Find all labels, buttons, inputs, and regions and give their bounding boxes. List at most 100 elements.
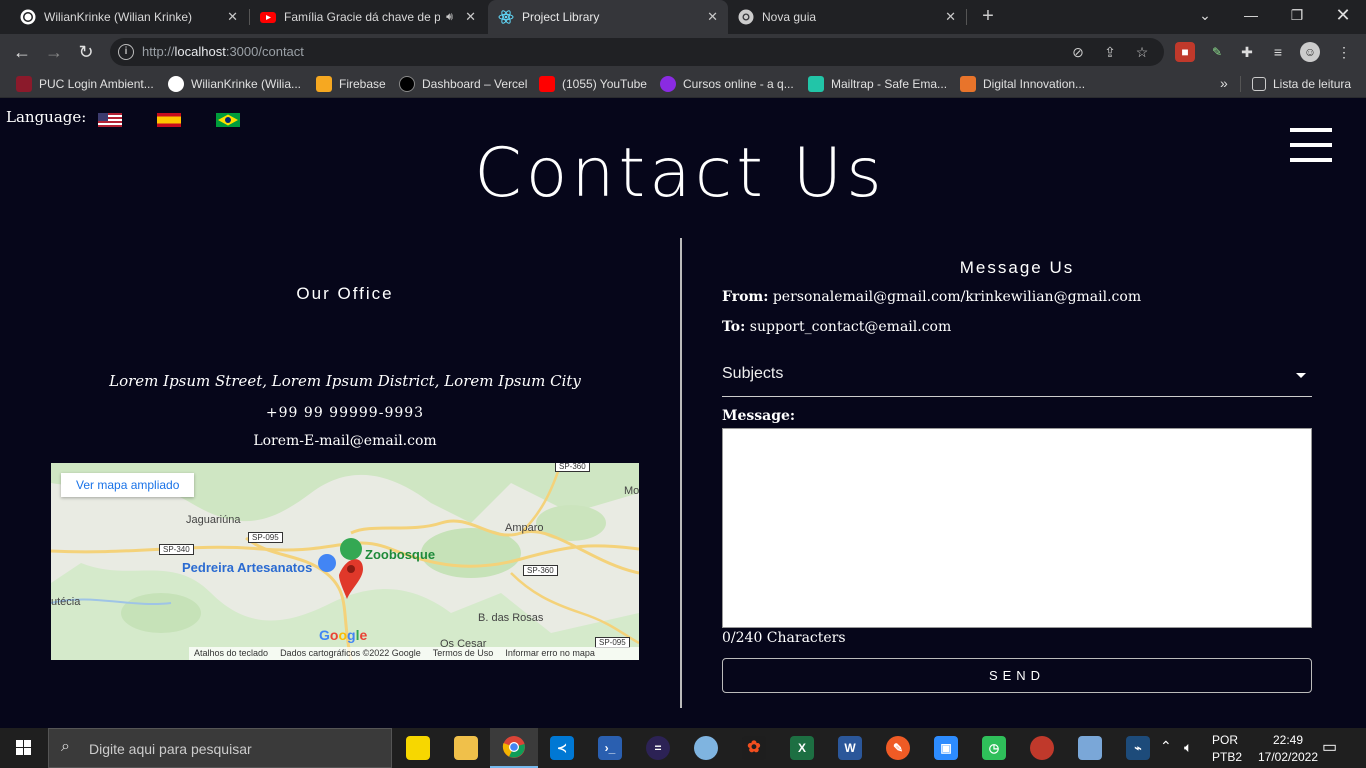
map-data-credit: Dados cartográficos ©2022 Google <box>280 648 421 658</box>
tray-chevron-icon[interactable]: ⌃ <box>1160 738 1172 768</box>
menu-icon[interactable]: ⋮ <box>1334 42 1354 62</box>
tab-youtube[interactable]: Família Gracie dá chave de p 🔊︎ ✕ <box>250 0 486 34</box>
figma-app[interactable]: ✿ <box>730 728 778 768</box>
bookmark-item[interactable]: Cursos online - a q... <box>660 75 794 93</box>
word-app[interactable]: W <box>826 728 874 768</box>
excel-icon: X <box>790 736 814 760</box>
bookmark-item[interactable]: (1055) YouTube <box>539 75 647 93</box>
remote-app[interactable] <box>1018 728 1066 768</box>
map-label: Mo <box>624 485 639 497</box>
powershell-app[interactable]: ›_ <box>586 728 634 768</box>
chrome-icon <box>738 9 754 25</box>
vscode-icon: ≺ <box>550 736 574 760</box>
from-row: From: personalemail@gmail.com/krinkewili… <box>722 289 1142 305</box>
to-row: To: support_contact@email.com <box>722 319 952 335</box>
forward-button[interactable]: → <box>42 40 66 64</box>
bookmark-item[interactable]: Dashboard – Vercel <box>399 75 527 93</box>
report-error-link[interactable]: Informar erro no mapa <box>505 647 595 660</box>
map-footer: Atalhos do teclado Dados cartográficos ©… <box>189 647 639 660</box>
keyboard-shortcuts-link[interactable]: Atalhos do teclado <box>194 647 268 660</box>
google-map[interactable]: Ver mapa ampliado Jaguariúna Amparo B. d… <box>51 463 639 660</box>
extension-icon[interactable]: ■ <box>1175 42 1195 62</box>
reading-list-icon <box>1252 77 1266 91</box>
language-label: Language: <box>6 108 87 126</box>
minimize-button[interactable]: — <box>1228 0 1274 30</box>
close-icon[interactable]: ✕ <box>227 9 238 25</box>
dev-icon: ⌁ <box>1126 736 1150 760</box>
to-value: support_contact@email.com <box>749 319 952 335</box>
input-language[interactable]: POR PTB2 <box>1212 733 1242 768</box>
office-phone: +99 99 99999-9993 <box>265 405 425 421</box>
eclipse-app[interactable]: = <box>634 728 682 768</box>
close-icon[interactable]: ✕ <box>707 9 718 25</box>
avatar[interactable]: ☺ <box>1300 42 1320 62</box>
postman-app[interactable]: ✎ <box>874 728 922 768</box>
map-poi-zoo[interactable]: Zoobosque <box>365 547 435 562</box>
road-shield: SP-095 <box>248 532 283 543</box>
vercel-icon <box>399 76 415 92</box>
map-label: Amparo <box>505 522 544 534</box>
us-flag-icon[interactable] <box>98 113 122 127</box>
chrome-app[interactable] <box>490 728 538 768</box>
extension-pen-icon[interactable]: ✎ <box>1207 42 1227 62</box>
vscode-app[interactable]: ≺ <box>538 728 586 768</box>
dev-app[interactable]: ⌁ <box>1114 728 1162 768</box>
back-button[interactable]: ← <box>10 40 34 64</box>
larger-map-link[interactable]: Ver mapa ampliado <box>61 473 195 497</box>
volume-icon[interactable]: 🔈︎ <box>1184 739 1192 768</box>
language-code: POR <box>1212 733 1239 747</box>
sticky-notes-app[interactable] <box>394 728 442 768</box>
zoom-app[interactable]: ▣ <box>922 728 970 768</box>
paint-icon <box>694 736 718 760</box>
clock-app[interactable]: ◷ <box>970 728 1018 768</box>
url-text[interactable]: http://localhost:3000/contact <box>142 44 304 59</box>
close-icon[interactable]: ✕ <box>465 9 476 25</box>
map-poi-pedreira[interactable]: Pedreira Artesanatos <box>182 560 312 575</box>
puzzle-icon[interactable]: ✚ <box>1237 42 1257 62</box>
reload-button[interactable]: ↻ <box>74 40 98 64</box>
windows-taskbar: ⌕ Digite aqui para pesquisar ≺ ›_ = ✿ X … <box>0 728 1366 768</box>
mailtrap-icon <box>808 76 824 92</box>
send-button[interactable]: SEND <box>722 658 1312 693</box>
bookmark-item[interactable]: WilianKrinke (Wilia... <box>168 75 301 93</box>
paint-app[interactable] <box>682 728 730 768</box>
start-button[interactable] <box>0 728 48 768</box>
brazil-flag-icon[interactable] <box>216 113 240 127</box>
chrome-icon <box>502 736 525 758</box>
subjects-select[interactable]: Subjects <box>722 365 1312 397</box>
office-title: Our Office <box>296 284 394 303</box>
bookmark-item[interactable]: PUC Login Ambient... <box>16 75 154 93</box>
tab-project-library[interactable]: Project Library ✕ <box>488 0 728 34</box>
terms-link[interactable]: Termos de Uso <box>433 647 494 660</box>
image-app[interactable] <box>1066 728 1114 768</box>
bookmark-item[interactable]: Firebase <box>316 75 386 93</box>
file-explorer-app[interactable] <box>442 728 490 768</box>
spain-flag-icon[interactable] <box>157 113 181 127</box>
eclipse-icon: = <box>646 736 670 760</box>
message-textarea[interactable] <box>722 428 1312 628</box>
window-close-button[interactable]: ✕ <box>1320 0 1366 30</box>
clock[interactable]: 22:49 17/02/2022 <box>1254 733 1322 768</box>
share-icon[interactable]: ⇪ <box>1102 44 1118 60</box>
notifications-icon[interactable]: ▭ <box>1322 737 1337 768</box>
info-icon[interactable]: i <box>118 44 134 60</box>
bookmark-item[interactable]: Mailtrap - Safe Ema... <box>808 75 947 93</box>
bookmark-star-icon[interactable]: ☆ <box>1134 44 1150 60</box>
reading-list-button[interactable]: Lista de leitura <box>1252 75 1351 93</box>
tab-search-icon[interactable]: ⌄ <box>1182 0 1228 30</box>
hidden-eye-icon[interactable]: ⊘ <box>1070 44 1086 60</box>
tab-github[interactable]: WilianKrinke (Wilian Krinke) ✕ <box>10 0 248 34</box>
excel-app[interactable]: X <box>778 728 826 768</box>
taskbar-search[interactable]: ⌕ Digite aqui para pesquisar <box>48 728 392 768</box>
bookmark-item[interactable]: Digital Innovation... <box>960 75 1085 93</box>
new-tab-button[interactable]: + <box>978 5 998 27</box>
media-icon[interactable]: ≡ <box>1268 42 1288 62</box>
page-title: Contact Us <box>474 134 886 213</box>
restore-button[interactable]: ❐ <box>1274 0 1320 30</box>
folder-icon <box>454 736 478 760</box>
close-icon[interactable]: ✕ <box>945 9 956 25</box>
tab-nova-guia[interactable]: Nova guia ✕ <box>728 0 966 34</box>
audio-icon[interactable]: 🔊︎ <box>446 11 453 24</box>
address-bar[interactable]: i http://localhost:3000/contact ⊘ ⇪ ☆ <box>110 38 1164 66</box>
more-bookmarks-icon[interactable]: » <box>1220 75 1228 91</box>
